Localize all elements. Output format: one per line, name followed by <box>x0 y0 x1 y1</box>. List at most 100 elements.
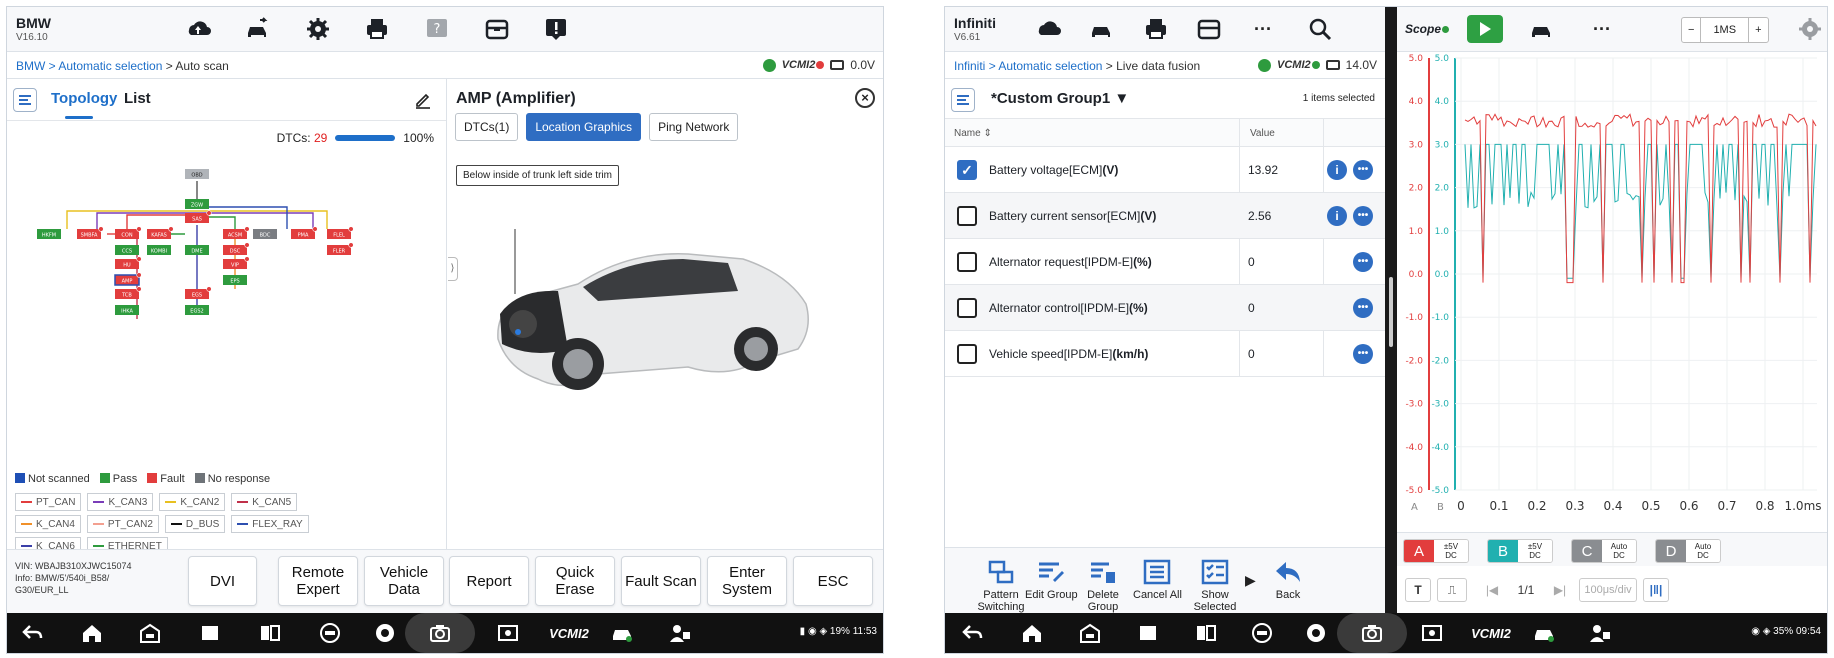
breadcrumb-selection[interactable]: Automatic selection <box>998 59 1102 73</box>
search-icon[interactable] <box>1305 14 1335 44</box>
car-status-icon[interactable] <box>609 621 635 645</box>
vci-link-icon[interactable] <box>1249 621 1275 645</box>
browser-icon[interactable] <box>372 621 398 645</box>
trigger-edge-icon[interactable]: ⎍ <box>1437 578 1467 602</box>
scope-plot-area[interactable]: 5.0 5.0 4.0 4.0 3.0 3.0 2.0 2.0 1.0 1.0 0.0 0.0 -1.0… <box>1397 52 1827 532</box>
row-checkbox[interactable] <box>957 344 977 364</box>
table-row[interactable]: Alternator control[IPDM-E](%) 0 ••• <box>945 285 1385 331</box>
dvi-button[interactable]: DVI <box>188 556 257 606</box>
topology-node-dsc[interactable]: DSC <box>223 242 250 255</box>
dtcs-button[interactable]: DTCs(1) <box>455 113 519 141</box>
home-icon[interactable] <box>1019 621 1045 645</box>
row-checkbox[interactable] <box>957 298 977 318</box>
sample-rate-field[interactable]: 100μs/div <box>1579 578 1637 602</box>
topology-node-smbfa[interactable]: SMBFA <box>77 226 104 239</box>
topology-node-eps[interactable]: EPS <box>223 275 247 285</box>
back-icon[interactable] <box>19 621 45 645</box>
technician-icon[interactable] <box>667 621 693 645</box>
ping-network-button[interactable]: Ping Network <box>649 113 739 141</box>
car-swap-icon[interactable] <box>243 14 273 44</box>
fault-scan-button[interactable]: Fault Scan <box>621 556 701 606</box>
more-options-icon[interactable]: ••• <box>1353 344 1373 364</box>
edit-group-button[interactable]: Edit Group <box>1025 558 1078 601</box>
channel-a-button[interactable]: A ±5V DC <box>1403 539 1469 563</box>
tab-topology[interactable]: Topology <box>51 90 117 107</box>
delete-group-button[interactable]: Delete Group <box>1083 558 1123 613</box>
topology-node-kombi[interactable]: KOMBI <box>147 245 171 255</box>
more-icon[interactable]: ··· <box>1248 14 1278 44</box>
camera-icon[interactable] <box>427 621 453 645</box>
topology-node-bdc[interactable]: BDC <box>253 229 277 239</box>
info-icon[interactable]: i <box>1327 206 1347 226</box>
browser-icon[interactable] <box>1303 621 1329 645</box>
breadcrumb-selection[interactable]: Automatic selection <box>58 59 162 73</box>
row-checkbox[interactable] <box>957 252 977 272</box>
cancel-all-button[interactable]: Cancel All <box>1133 558 1182 601</box>
topology-node-tcb[interactable]: TCB <box>115 286 142 299</box>
topology-node-egs[interactable]: EGS <box>185 286 212 299</box>
menu-icon[interactable] <box>13 88 37 112</box>
cloud-upload-car-icon[interactable] <box>183 14 213 44</box>
home-icon[interactable] <box>79 621 105 645</box>
back-button[interactable]: Back <box>1273 558 1303 601</box>
topology-node-pma[interactable]: PMA <box>291 226 318 239</box>
topology-node-obd[interactable]: OBD <box>185 169 209 179</box>
vcmi-nav-icon[interactable]: VCMI2 <box>1469 621 1513 645</box>
close-icon[interactable]: × <box>855 88 875 108</box>
topology-node-vip[interactable]: VIP <box>223 256 250 269</box>
quick-erase-button[interactable]: Quick Erase <box>535 556 615 606</box>
play-button[interactable] <box>1467 15 1503 43</box>
tab-list[interactable]: List <box>124 90 151 107</box>
back-icon[interactable] <box>959 621 985 645</box>
car-status-icon[interactable] <box>1531 621 1557 645</box>
topology-node-ihka[interactable]: IHKA <box>115 305 139 315</box>
show-selected-button[interactable]: Show Selected <box>1193 558 1237 613</box>
help-icon[interactable]: ? <box>422 14 452 44</box>
briefcase-icon[interactable] <box>1194 14 1224 44</box>
timebase-increase-button[interactable]: + <box>1749 24 1767 36</box>
table-row[interactable]: Vehicle speed[IPDM-E](km/h) 0 ••• <box>945 331 1385 377</box>
camera-icon[interactable] <box>1359 621 1385 645</box>
gear-icon[interactable] <box>1795 14 1825 44</box>
split-handle[interactable] <box>1389 277 1393 347</box>
topology-node-zgw[interactable]: ZGW <box>185 199 209 209</box>
edit-icon[interactable] <box>414 91 432 109</box>
info-icon[interactable]: i <box>1327 160 1347 180</box>
topology-node-flel[interactable]: FLEL <box>327 226 354 239</box>
breadcrumb-brand[interactable]: BMW <box>16 59 45 73</box>
window-icon[interactable] <box>1135 621 1161 645</box>
printer-icon[interactable] <box>362 14 392 44</box>
window-icon[interactable] <box>197 621 223 645</box>
vehicle-data-button[interactable]: Vehicle Data <box>364 556 444 606</box>
trigger-text-button[interactable]: T <box>1405 578 1431 602</box>
channel-d-button[interactable]: D Auto DC <box>1655 539 1721 563</box>
topology-node-hkfm[interactable]: HKFM <box>37 229 61 239</box>
more-options-icon[interactable]: ••• <box>1353 252 1373 272</box>
channel-c-button[interactable]: C Auto DC <box>1571 539 1637 563</box>
table-row[interactable]: ✓ Battery voltage[ECM](V) 13.92 i ••• <box>945 147 1385 193</box>
column-name[interactable]: Name ⇕ <box>954 128 992 139</box>
brightness-icon[interactable] <box>495 621 521 645</box>
topology-node-fler[interactable]: FLER <box>327 242 354 255</box>
group-selector[interactable]: *Custom Group1 ▼ <box>991 90 1129 107</box>
esc-button[interactable]: ESC <box>793 556 873 606</box>
topology-node-acsm[interactable]: ACSM <box>223 226 250 239</box>
row-checkbox[interactable] <box>957 206 977 226</box>
pattern-switching-button[interactable]: Pattern Switching <box>975 558 1027 613</box>
more-icon[interactable]: ··· <box>1587 14 1617 44</box>
vci-link-icon[interactable] <box>317 621 343 645</box>
split-screen-icon[interactable] <box>257 621 283 645</box>
garage-icon[interactable] <box>1077 621 1103 645</box>
cloud-upload-car-icon[interactable] <box>1033 14 1063 44</box>
split-screen-icon[interactable] <box>1193 621 1219 645</box>
more-options-icon[interactable]: ••• <box>1353 206 1373 226</box>
topology-node-amp[interactable]: AMP <box>114 272 142 286</box>
cursor-icon[interactable]: |‖| <box>1643 578 1669 602</box>
topology-node-ccs[interactable]: CCS <box>115 245 139 255</box>
topology-node-dme[interactable]: DME <box>185 245 209 255</box>
timebase-decrease-button[interactable]: − <box>1682 24 1700 36</box>
menu-icon[interactable] <box>951 88 975 112</box>
report-button[interactable]: Report <box>449 556 529 606</box>
table-row[interactable]: Battery current sensor[ECM](V) 2.56 i ••• <box>945 193 1385 239</box>
topology-node-egs2[interactable]: EGS2 <box>185 305 209 315</box>
